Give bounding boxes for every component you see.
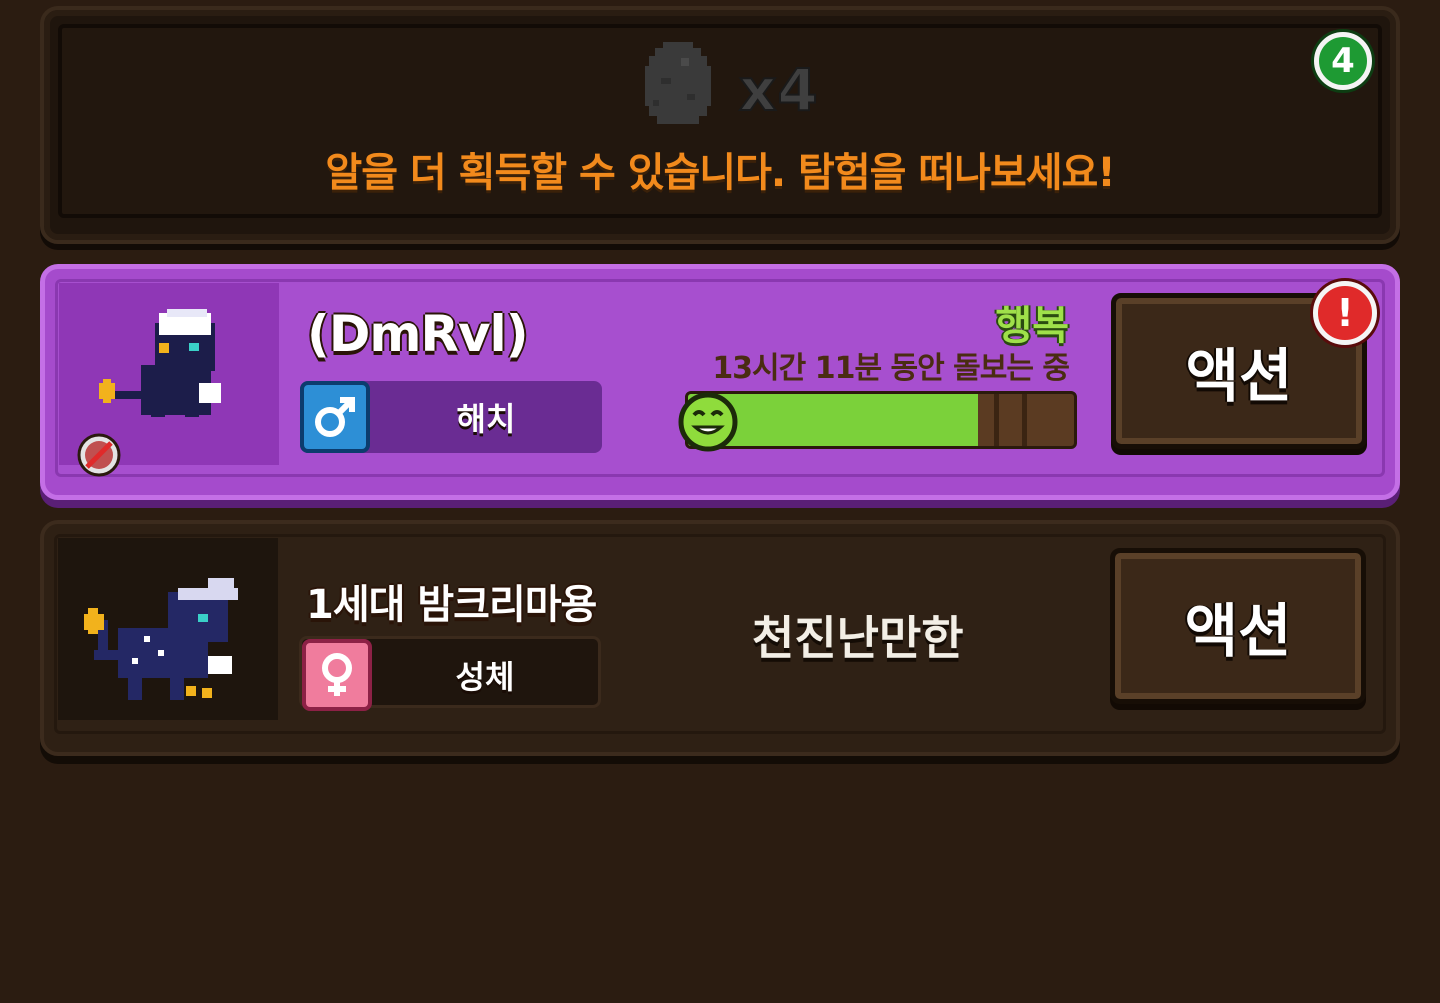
happy-face-icon [678,392,738,452]
pet-portrait [59,283,279,477]
pet-stage-label: 성체 [455,658,515,696]
action-button[interactable]: 액션 [1110,548,1366,704]
no-breed-icon [77,433,121,477]
pet-name: (DmRvl) [307,305,529,363]
happiness-divider [1022,394,1027,446]
happiness-bar [685,391,1077,449]
alert-badge: ! [1313,281,1377,345]
adult-dragon-sprite [84,578,238,700]
pet-portrait [58,538,278,720]
pet-stage-label: 해치 [456,400,516,438]
egg-panel: x4 알을 더 획득할 수 있습니다. 탐험을 떠나보세요! 4 [40,6,1400,244]
pet-list-screen: x4 알을 더 획득할 수 있습니다. 탐험을 떠나보세요! 4 (DmRvl)… [0,0,1440,1003]
male-icon [300,381,370,453]
egg-count: x4 [738,55,819,125]
happiness-divider [994,394,999,446]
pet-card-selected[interactable]: (DmRvl) 해치 행복 13시간 11분 동안 돌보는 중 액션 ! [40,264,1400,500]
pet-stage-box: 해치 [300,381,602,453]
pet-name: 1세대 밤크리마용 [306,582,597,628]
egg-count-badge: 4 [1314,32,1372,90]
care-status: 13시간 11분 동안 돌보는 중 [712,351,1070,386]
egg-icon [645,42,711,124]
pet-card[interactable]: 1세대 밤크리마용 성체 천진난만한 액션 [40,520,1400,756]
pet-stage-box: 성체 [299,636,601,711]
pet-personality: 천진난만한 [752,611,964,665]
egg-message: 알을 더 획득할 수 있습니다. 탐험을 떠나보세요! [325,150,1115,196]
female-icon [302,639,372,711]
